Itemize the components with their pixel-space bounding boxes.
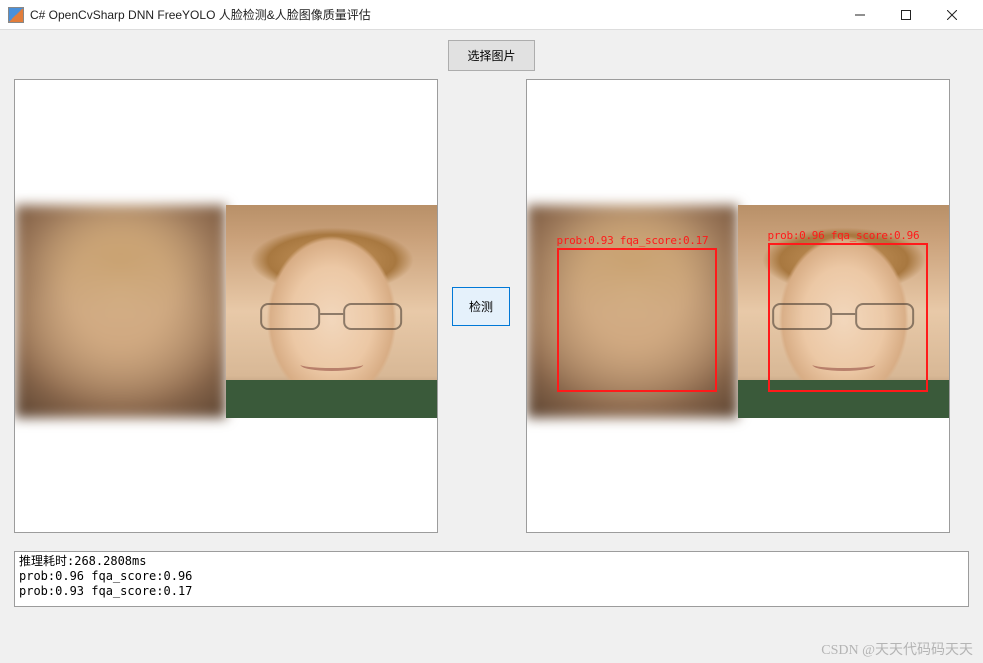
middle-button-col: 检测	[452, 287, 512, 326]
source-image-panel	[14, 79, 438, 533]
window-titlebar: C# OpenCvSharp DNN FreeYOLO 人脸检测&人脸图像质量评…	[0, 0, 983, 30]
client-area: 选择图片 检测	[0, 30, 983, 663]
output-textbox[interactable]: 推理耗时:268.2808ms prob:0.96 fqa_score:0.96…	[14, 551, 969, 607]
source-face-sharp	[226, 205, 437, 418]
window-title: C# OpenCvSharp DNN FreeYOLO 人脸检测&人脸图像质量评…	[30, 6, 837, 23]
output-line-1: 推理耗时:268.2808ms	[19, 554, 146, 568]
detection-label-0: prob:0.93 fqa_score:0.17	[557, 234, 709, 247]
detect-button[interactable]: 检测	[452, 287, 510, 326]
close-button[interactable]	[929, 1, 975, 29]
detection-bbox-1: prob:0.96 fqa_score:0.96	[768, 243, 928, 392]
app-icon	[8, 7, 24, 23]
result-image: prob:0.93 fqa_score:0.17 prob:0.96 fqa_s…	[527, 205, 949, 418]
source-image	[15, 205, 437, 418]
detection-label-1: prob:0.96 fqa_score:0.96	[768, 229, 920, 242]
source-face-blur	[15, 205, 226, 418]
result-image-panel: prob:0.93 fqa_score:0.17 prob:0.96 fqa_s…	[526, 79, 950, 533]
window-controls	[837, 1, 975, 29]
top-button-row: 选择图片	[14, 40, 969, 71]
output-line-3: prob:0.93 fqa_score:0.17	[19, 584, 192, 598]
select-image-button[interactable]: 选择图片	[448, 40, 534, 71]
main-row: 检测 prob:0.93 fq	[14, 79, 969, 533]
minimize-button[interactable]	[837, 1, 883, 29]
maximize-button[interactable]	[883, 1, 929, 29]
output-line-2: prob:0.96 fqa_score:0.96	[19, 569, 192, 583]
watermark-text: CSDN @天天代码码天天	[821, 639, 973, 659]
detection-bbox-0: prob:0.93 fqa_score:0.17	[557, 248, 717, 393]
